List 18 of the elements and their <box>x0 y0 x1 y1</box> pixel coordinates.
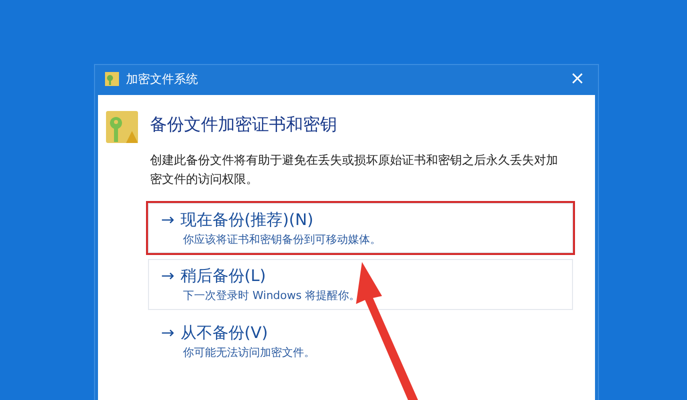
window-title: 加密文件系统 <box>126 71 198 88</box>
arrow-glyph: → <box>161 322 174 344</box>
option-label: 现在备份(推荐)(N) <box>180 208 314 230</box>
command-link[interactable]: → 现在备份(推荐)(N) 你应该将证书和密钥备份到可移动媒体。 <box>148 202 573 253</box>
command-link[interactable]: → 稍后备份(L) 下一次登录时 Windows 将提醒你。 <box>148 259 573 310</box>
option-label: 从不备份(V) <box>180 322 268 344</box>
description-text: 创建此备份文件将有助于避免在丢失或损坏原始证书和密钥之后永久丢失对加密文件的访问权限。 <box>150 152 559 188</box>
certificate-key-icon <box>104 109 140 145</box>
arrow-glyph: → <box>161 208 174 230</box>
option-detail: 下一次登录时 Windows 将提醒你。 <box>182 288 362 304</box>
command-link[interactable]: → 从不备份(V) 你可能无法访问加密文件。 <box>148 316 573 366</box>
folder-key-icon <box>104 71 120 87</box>
option-label: 稍后备份(L) <box>180 265 266 287</box>
option-detail: 你可能无法访问加密文件。 <box>182 344 316 360</box>
close-button[interactable]: × <box>570 70 585 88</box>
dialog-heading: 备份文件加密证书和密钥 <box>150 114 338 137</box>
arrow-glyph: → <box>161 265 174 287</box>
option-detail: 你应该将证书和密钥备份到可移动媒体。 <box>182 232 382 248</box>
